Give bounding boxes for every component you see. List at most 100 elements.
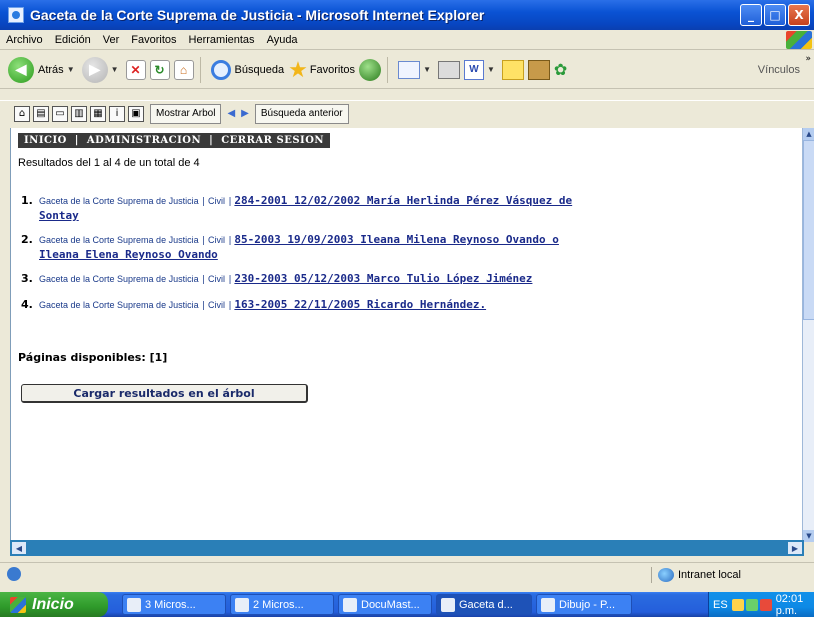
refresh-button[interactable]: ↻ bbox=[149, 59, 170, 80]
forward-button[interactable]: ▶ ▼ bbox=[81, 56, 122, 83]
stop-button[interactable]: ✕ bbox=[125, 59, 146, 80]
notes-button[interactable] bbox=[501, 59, 524, 80]
language-indicator[interactable]: ES bbox=[713, 599, 728, 611]
intranet-icon bbox=[658, 568, 674, 582]
taskbar-item-label: Gaceta d... bbox=[459, 598, 513, 611]
result-item: 1. Gaceta de la Corte Suprema de Justici… bbox=[21, 194, 581, 222]
tray-security-icon[interactable] bbox=[759, 598, 772, 611]
nav-cerrar-sesion[interactable]: CERRAR SESION bbox=[221, 135, 324, 146]
top-navigation: INICIO | ADMINISTRACION | CERRAR SESION bbox=[18, 133, 331, 148]
clock[interactable]: 02:01 p.m. bbox=[776, 593, 814, 617]
word-button[interactable]: W ▼ bbox=[463, 59, 498, 80]
document-icon[interactable]: ▦ bbox=[90, 105, 106, 122]
nav-administracion[interactable]: ADMINISTRACION bbox=[87, 135, 201, 146]
standard-toolbar: ◀ Atrás ▼ ▶ ▼ ✕ ↻ ⌂ Búsqueda ★ Favoritos… bbox=[0, 51, 814, 89]
menu-ver[interactable]: Ver bbox=[97, 34, 126, 46]
title-bar: Gaceta de la Corte Suprema de Justicia -… bbox=[0, 0, 814, 30]
tray-network-icon[interactable] bbox=[745, 598, 758, 611]
print-small-icon[interactable]: ▤ bbox=[33, 105, 49, 122]
research-button[interactable] bbox=[527, 59, 550, 80]
refresh-icon: ↻ bbox=[149, 59, 170, 80]
window-icon[interactable]: ▣ bbox=[128, 105, 144, 122]
forward-dropdown-icon[interactable]: ▼ bbox=[111, 65, 119, 74]
outlook-icon bbox=[235, 597, 249, 612]
result-link[interactable]: 230-2003 05/12/2003 Marco Tulio López Ji… bbox=[234, 272, 532, 285]
book-icon bbox=[527, 59, 550, 80]
search-button[interactable]: Búsqueda bbox=[210, 59, 284, 80]
taskbar: Inicio 3 Micros... 2 Micros... DocuMast.… bbox=[0, 592, 814, 617]
taskbar-item-paint[interactable]: Dibujo - P... bbox=[536, 594, 632, 615]
vertical-scrollbar[interactable]: ▲ ▼ bbox=[802, 128, 814, 542]
result-item: 3. Gaceta de la Corte Suprema de Justici… bbox=[21, 272, 581, 287]
favorites-button[interactable]: ★ Favoritos bbox=[288, 58, 356, 80]
windows-logo-icon bbox=[786, 31, 812, 49]
menu-ayuda[interactable]: Ayuda bbox=[261, 34, 304, 46]
menu-favoritos[interactable]: Favoritos bbox=[125, 34, 182, 46]
mail-button[interactable]: ▼ bbox=[398, 60, 434, 79]
scroll-right-icon[interactable]: ▶ bbox=[788, 542, 802, 554]
links-label[interactable]: Vínculos bbox=[758, 64, 800, 76]
start-button[interactable]: Inicio bbox=[0, 592, 108, 617]
search-icon bbox=[210, 59, 231, 80]
word-dropdown-icon[interactable]: ▼ bbox=[487, 65, 495, 74]
paste-icon[interactable]: ▥ bbox=[71, 105, 87, 122]
menu-bar: Archivo Edición Ver Favoritos Herramient… bbox=[0, 30, 814, 50]
tray-icons bbox=[731, 598, 772, 611]
maximize-button[interactable]: □ bbox=[764, 4, 786, 26]
home-small-icon[interactable]: ⌂ bbox=[14, 105, 30, 122]
documaster-icon bbox=[343, 597, 357, 612]
media-icon bbox=[359, 58, 382, 81]
taskbar-item-gaceta[interactable]: Gaceta d... bbox=[436, 594, 532, 615]
back-button[interactable]: ◀ Atrás ▼ bbox=[4, 56, 78, 83]
result-item: 4. Gaceta de la Corte Suprema de Justici… bbox=[21, 298, 581, 313]
left-arrow-icon[interactable]: ◀ bbox=[227, 108, 235, 119]
scroll-up-icon[interactable]: ▲ bbox=[803, 128, 814, 140]
scroll-left-icon[interactable]: ◀ bbox=[12, 542, 26, 554]
nav-separator: | bbox=[201, 135, 222, 146]
taskbar-item-word[interactable]: 3 Micros... bbox=[122, 594, 226, 615]
back-dropdown-icon[interactable]: ▼ bbox=[67, 65, 75, 74]
toolbar-chevron-icon[interactable]: » bbox=[805, 54, 811, 64]
info-icon[interactable]: i bbox=[109, 105, 125, 122]
horizontal-scrollbar[interactable]: ◀ ▶ bbox=[10, 540, 804, 556]
print-icon bbox=[437, 60, 460, 79]
load-results-button[interactable]: Cargar resultados en el árbol bbox=[21, 384, 308, 403]
menu-archivo[interactable]: Archivo bbox=[0, 34, 49, 46]
close-button[interactable]: X bbox=[788, 4, 810, 26]
taskbar-item-label: 2 Micros... bbox=[253, 598, 304, 611]
messenger-button[interactable]: ✿ bbox=[554, 60, 576, 80]
menu-edicion[interactable]: Edición bbox=[49, 34, 97, 46]
home-icon: ⌂ bbox=[173, 59, 194, 80]
result-source: Gaceta de la Corte Suprema de Justicia bbox=[39, 274, 199, 284]
mail-icon bbox=[398, 60, 421, 79]
ie-icon bbox=[8, 7, 24, 23]
result-number: 1. bbox=[21, 194, 33, 207]
copy-icon[interactable]: ▭ bbox=[52, 105, 68, 122]
home-button[interactable]: ⌂ bbox=[173, 59, 194, 80]
show-tree-button[interactable]: Mostrar Arbol bbox=[150, 103, 222, 124]
tray-app-icon[interactable] bbox=[731, 598, 744, 611]
taskbar-item-label: DocuMast... bbox=[361, 598, 420, 611]
favorites-label: Favoritos bbox=[309, 63, 356, 76]
print-button[interactable] bbox=[437, 60, 460, 79]
zone-label: Intranet local bbox=[678, 569, 741, 581]
result-category: Civil bbox=[208, 300, 225, 310]
scroll-down-icon[interactable]: ▼ bbox=[803, 530, 814, 542]
result-link[interactable]: 163-2005 22/11/2005 Ricardo Hernández. bbox=[234, 298, 486, 311]
media-button[interactable] bbox=[359, 58, 382, 81]
nav-separator: | bbox=[66, 135, 87, 146]
system-tray: ES 02:01 p.m. bbox=[708, 592, 814, 617]
minimize-button[interactable]: _ bbox=[740, 4, 762, 26]
back-label: Atrás bbox=[38, 63, 64, 76]
previous-search-button[interactable]: Búsqueda anterior bbox=[254, 103, 349, 124]
start-label: Inicio bbox=[32, 595, 74, 613]
taskbar-item-documaster[interactable]: DocuMast... bbox=[338, 594, 432, 615]
menu-herramientas[interactable]: Herramientas bbox=[183, 34, 261, 46]
mail-dropdown-icon[interactable]: ▼ bbox=[423, 65, 431, 74]
nav-inicio[interactable]: INICIO bbox=[24, 135, 67, 146]
results-summary: Resultados del 1 al 4 de un total de 4 bbox=[18, 157, 200, 169]
scroll-thumb[interactable] bbox=[803, 140, 814, 320]
result-category: Civil bbox=[208, 235, 225, 245]
taskbar-item-outlook[interactable]: 2 Micros... bbox=[230, 594, 334, 615]
right-arrow-icon[interactable]: ▶ bbox=[241, 108, 249, 119]
